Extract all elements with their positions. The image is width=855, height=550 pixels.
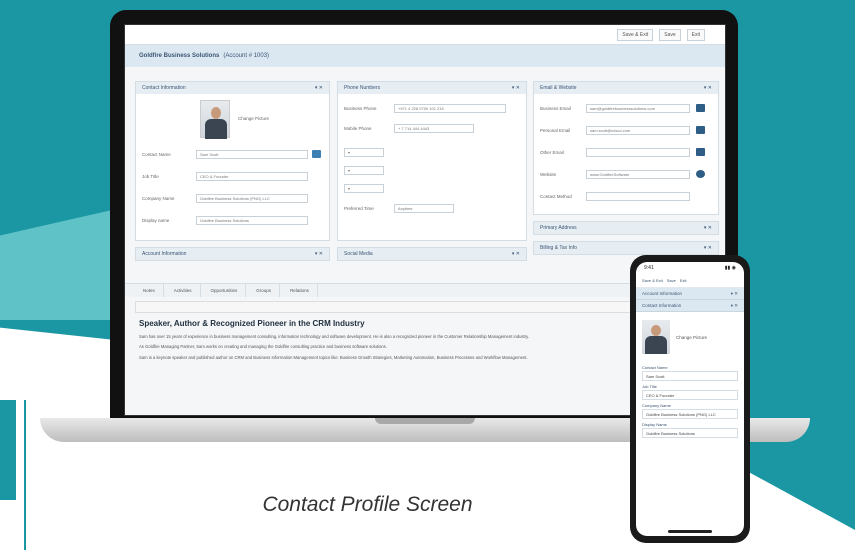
email-website-panel: Email & Website ▾ ✕ Business Email sam@g… <box>533 81 719 215</box>
panel-title: Contact Information <box>142 85 186 91</box>
phone-numbers-panel: Phone Numbers ▾ ✕ Business Phone +971 4 … <box>337 81 527 241</box>
phone-field-label: Company Name <box>642 403 671 408</box>
panel-header: Phone Numbers ▾ ✕ <box>338 82 526 94</box>
business-email-label: Business Email <box>540 106 571 111</box>
contact-name-label: Contact Name <box>142 152 171 157</box>
panel-title: Phone Numbers <box>344 85 381 91</box>
panel-title: Social Media <box>344 251 373 257</box>
phone-toolbar: Save & Exit Save Exit <box>636 274 744 288</box>
panel-title: Account Information <box>142 251 187 257</box>
website-label: Website <box>540 172 557 177</box>
background-left-line <box>24 400 26 550</box>
tab-notes[interactable]: Notes <box>135 284 164 297</box>
exit-button[interactable]: Exit <box>686 28 705 41</box>
phone-exit-button[interactable]: Exit <box>680 278 687 283</box>
panel-title: Email & Website <box>540 85 577 91</box>
caption: Contact Profile Screen <box>262 493 473 516</box>
collapse-icon[interactable]: ▾ ✕ <box>704 85 712 91</box>
billing-tax-panel[interactable]: Billing & Tax Info ▾ ✕ <box>533 241 719 255</box>
contact-photo[interactable] <box>200 100 230 139</box>
phone-section-account[interactable]: Account Information ▾ ✕ <box>636 288 744 300</box>
account-number: (Account # 1003) <box>223 53 270 59</box>
phone-time: 9:41 <box>644 265 654 271</box>
record-title: Goldfire Business Solutions <box>139 53 220 59</box>
tab-opportunities[interactable]: Opportunities <box>203 284 247 297</box>
phone-type-select-2[interactable]: ▾ <box>344 166 384 175</box>
phone-change-picture[interactable]: Change Picture <box>676 335 707 340</box>
primary-address-panel[interactable]: Primary Address ▾ ✕ <box>533 221 719 235</box>
signal-icon: ▮▮ ◉ <box>724 265 736 271</box>
crm-toolbar: Save & Exit Save Exit <box>125 25 725 45</box>
personal-email-label: Personal Email <box>540 128 571 133</box>
phone-field-label: Contact Name <box>642 365 668 370</box>
section-title: Account Information <box>642 291 683 296</box>
job-title-label: Job Title <box>142 174 159 179</box>
preferred-time-label: Preferred Time <box>344 206 374 211</box>
panel-header: Email & Website ▾ ✕ <box>534 82 718 94</box>
tab-groups[interactable]: Groups <box>248 284 281 297</box>
social-media-panel[interactable]: Social Media ▾ ✕ <box>337 247 527 261</box>
company-name-field[interactable]: Goldfire Business Solutions (PNG) LLC <box>196 194 308 203</box>
email-icon[interactable] <box>696 126 705 134</box>
phone-contact-name-field[interactable]: Sam Scott <box>642 371 738 381</box>
business-email-field[interactable]: sam@goldfirebusinesssolutions.com <box>586 104 690 113</box>
contact-method-select[interactable] <box>586 192 690 201</box>
edit-icon[interactable] <box>312 150 321 158</box>
laptop-notch <box>375 418 475 424</box>
other-email-field[interactable] <box>586 148 690 157</box>
contact-name-field[interactable]: Sam Scott <box>196 150 308 159</box>
phone-company-field[interactable]: Goldfire Business Solutions (PNG) LLC <box>642 409 738 419</box>
display-name-field[interactable]: Goldfire Business Solutions <box>196 216 308 225</box>
collapse-icon[interactable]: ▾ ✕ <box>512 85 520 91</box>
other-email-label: Other Email <box>540 150 564 155</box>
phone-display-name-field[interactable]: Goldfire Business Solutions <box>642 428 738 438</box>
business-phone-label: Business Phone <box>344 106 377 111</box>
contact-information-panel: Contact Information ▾ ✕ Change Picture C… <box>135 81 330 241</box>
save-exit-button[interactable]: Save & Exit <box>617 28 654 41</box>
mobile-phone-field[interactable]: + 7 714 444 4443 <box>394 124 474 133</box>
personal-email-field[interactable]: sam.scott@icloud.com <box>586 126 690 135</box>
save-button[interactable]: Save <box>659 28 681 41</box>
phone-home-indicator <box>668 530 712 533</box>
preferred-time-select[interactable]: Anytime <box>394 204 454 213</box>
phone-save-exit-button[interactable]: Save & Exit <box>642 278 663 283</box>
panel-header: Contact Information ▾ ✕ <box>136 82 329 94</box>
website-field[interactable]: www.GoldfireSoftware <box>586 170 690 179</box>
company-name-label: Company Name <box>142 196 175 201</box>
phone-type-select-3[interactable]: ▾ <box>344 184 384 193</box>
business-phone-field[interactable]: +971 4 228 0700 101 215 <box>394 104 506 113</box>
display-name-label: Display name <box>142 218 170 223</box>
job-title-field[interactable]: CEO & Founder <box>196 172 308 181</box>
section-title: Contact Information <box>642 303 682 308</box>
globe-icon[interactable] <box>696 170 705 178</box>
phone-contact-photo[interactable] <box>642 320 670 354</box>
mobile-phone-label: Mobile Phone <box>344 126 372 131</box>
collapse-icon[interactable]: ▾ ✕ <box>315 85 323 91</box>
phone-section-contact[interactable]: Contact Information ▾ ✕ <box>636 300 744 312</box>
email-icon[interactable] <box>696 104 705 112</box>
phone-status-bar: 9:41 ▮▮ ◉ <box>636 262 744 274</box>
phone-save-button[interactable]: Save <box>667 278 676 283</box>
phone-field-label: Display Name <box>642 422 667 427</box>
phone-field-label: Job Title <box>642 384 657 389</box>
contact-method-label: Contact Method <box>540 194 572 199</box>
phone-job-title-field[interactable]: CEO & Founder <box>642 390 738 400</box>
record-title-bar: Goldfire Business Solutions (Account # 1… <box>125 45 725 67</box>
tab-relations[interactable]: Relations <box>282 284 318 297</box>
tab-activities[interactable]: Activities <box>166 284 201 297</box>
account-information-panel[interactable]: Account Information ▾ ✕ <box>135 247 330 261</box>
panel-title: Primary Address <box>540 225 577 231</box>
background-left-stripe <box>0 400 16 500</box>
panel-title: Billing & Tax Info <box>540 245 577 251</box>
email-icon[interactable] <box>696 148 705 156</box>
change-picture-link[interactable]: Change Picture <box>238 116 269 121</box>
phone-type-select-1[interactable]: ▾ <box>344 148 384 157</box>
